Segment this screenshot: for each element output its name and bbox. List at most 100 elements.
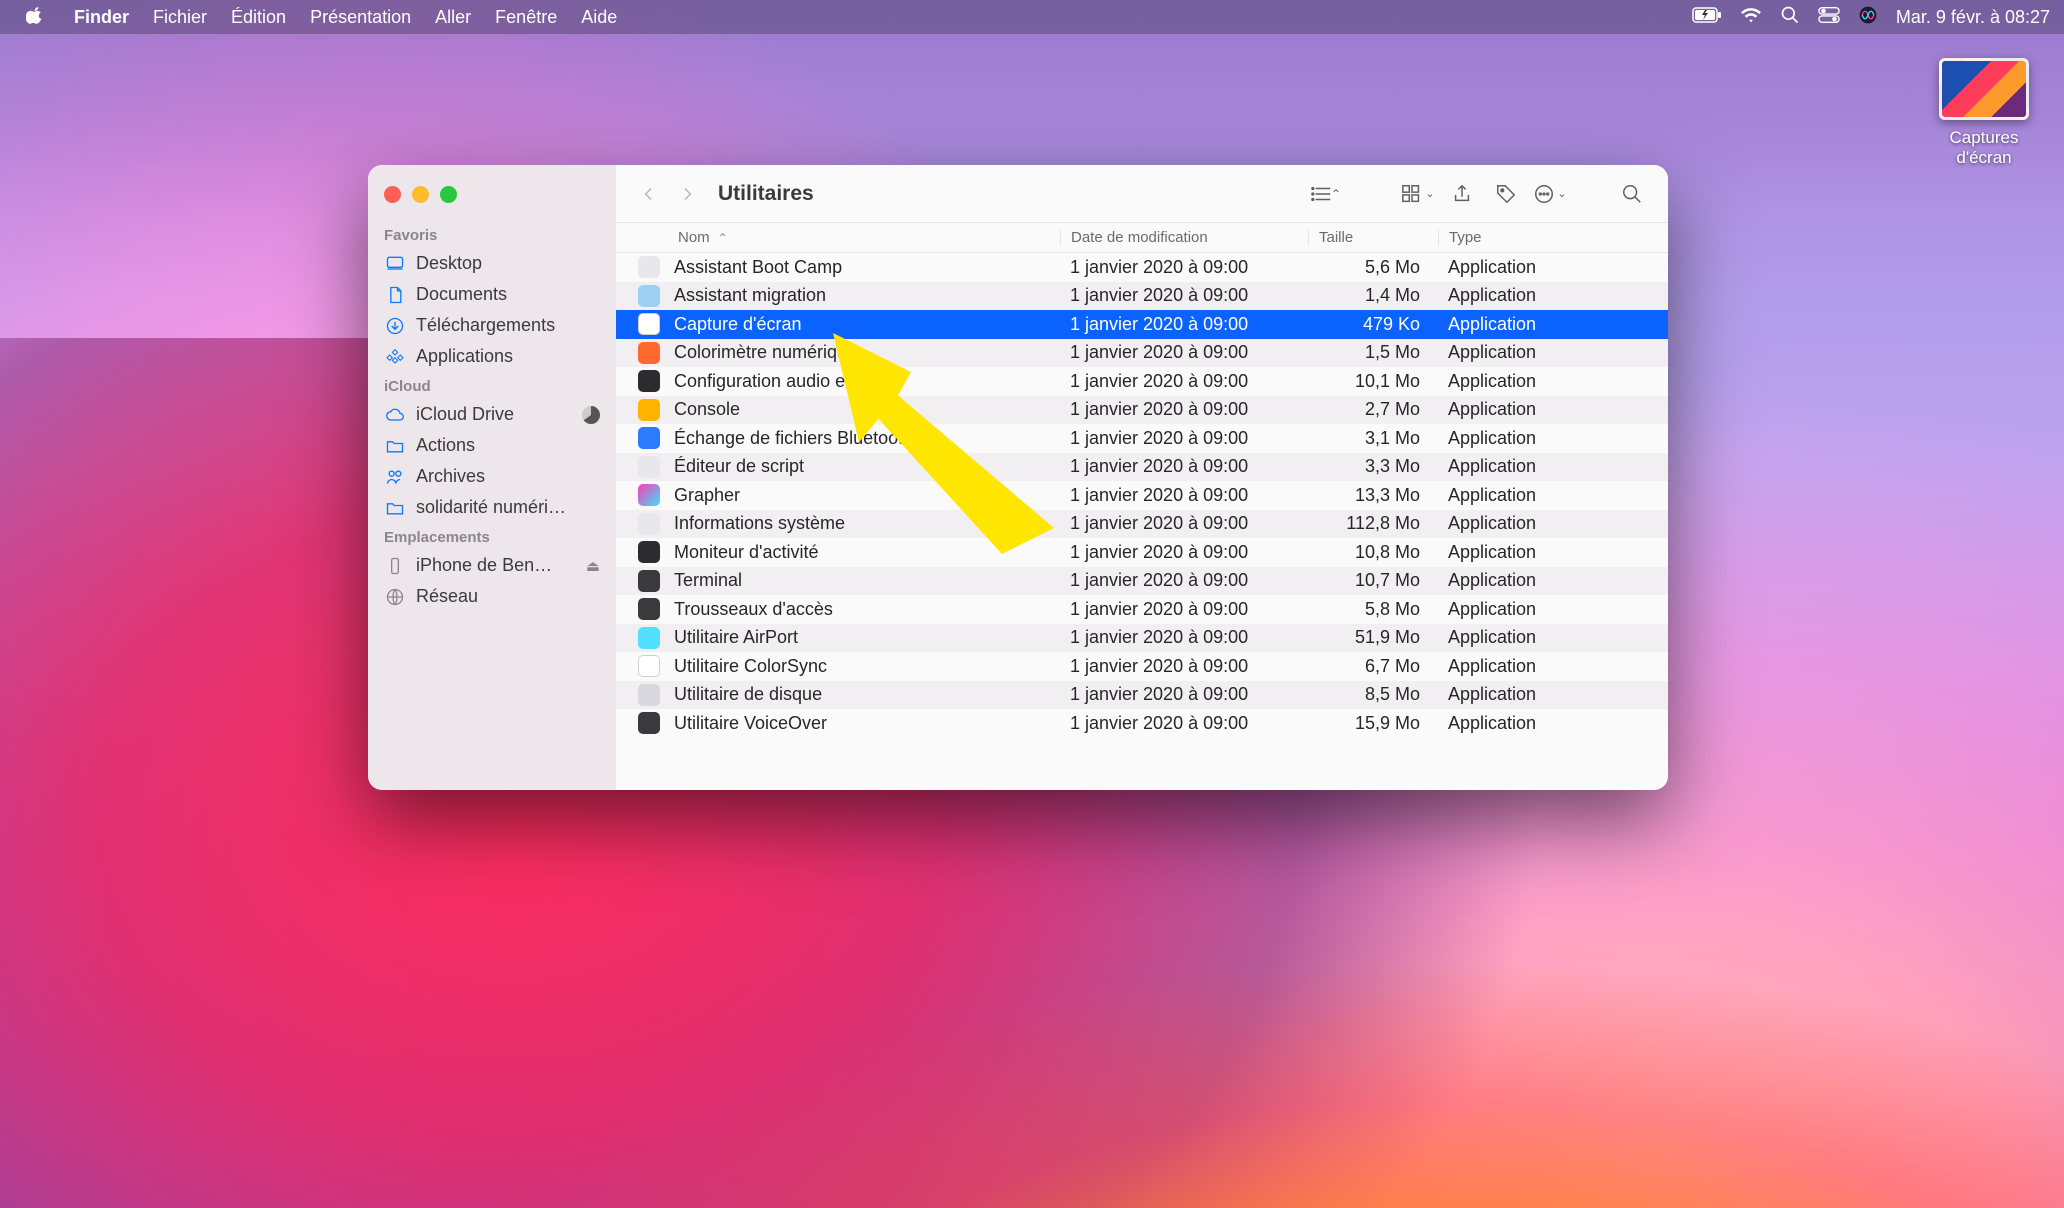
wifi-icon[interactable] [1740,6,1762,29]
file-row[interactable]: Terminal1 janvier 2020 à 09:0010,7 MoApp… [616,567,1668,596]
minimize-button[interactable] [412,186,429,203]
eject-icon[interactable]: ⏏ [586,557,600,575]
file-kind: Application [1438,713,1668,734]
file-name: Assistant Boot Camp [674,257,1060,278]
column-name[interactable]: Nom⌃ [678,229,1060,246]
apps-icon [384,347,406,367]
siri-icon[interactable] [1858,5,1878,30]
file-row[interactable]: Assistant migration1 janvier 2020 à 09:0… [616,282,1668,311]
menu-aide[interactable]: Aide [569,7,629,28]
file-kind: Application [1438,513,1668,534]
file-row[interactable]: Grapher1 janvier 2020 à 09:0013,3 MoAppl… [616,481,1668,510]
sidebar-item-label: Réseau [416,586,600,607]
file-kind: Application [1438,684,1668,705]
file-row[interactable]: Capture d'écran1 janvier 2020 à 09:00479… [616,310,1668,339]
file-size: 2,7 Mo [1308,399,1438,420]
file-name: Utilitaire ColorSync [674,656,1060,677]
group-button[interactable]: ⌄ [1400,179,1436,209]
file-row[interactable]: Utilitaire de disque1 janvier 2020 à 09:… [616,681,1668,710]
sidebar-item-favoris-1[interactable]: Documents [368,279,616,310]
sidebar-item-favoris-0[interactable]: Desktop [368,248,616,279]
file-row[interactable]: Configuration audio et MIDI1 janvier 202… [616,367,1668,396]
apple-menu[interactable] [14,6,62,29]
view-list-button[interactable]: ⌃ [1308,179,1344,209]
sidebar-item-label: solidarité numéri… [416,497,600,518]
menu-edition[interactable]: Édition [219,7,298,28]
app-icon [638,684,660,706]
sidebar-item-favoris-2[interactable]: Téléchargements [368,310,616,341]
doc-icon [384,285,406,305]
zoom-button[interactable] [440,186,457,203]
sidebar-item-icloud-0[interactable]: iCloud Drive [368,399,616,430]
close-button[interactable] [384,186,401,203]
file-date: 1 janvier 2020 à 09:00 [1060,485,1308,506]
file-size: 51,9 Mo [1308,627,1438,648]
menu-fichier[interactable]: Fichier [141,7,219,28]
finder-title: Utilitaires [718,182,814,206]
sidebar-item-icloud-1[interactable]: Actions [368,430,616,461]
app-icon [638,285,660,307]
sidebar-item-favoris-3[interactable]: Applications [368,341,616,372]
desktop-folder-captures[interactable]: Captures d'écran [1924,58,2044,168]
sidebar-item-label: Applications [416,346,600,367]
menu-presentation[interactable]: Présentation [298,7,423,28]
file-size: 10,7 Mo [1308,570,1438,591]
sidebar-item-icloud-2[interactable]: Archives [368,461,616,492]
menu-app-name[interactable]: Finder [62,7,141,28]
file-name: Configuration audio et MIDI [674,371,1060,392]
search-button[interactable] [1614,179,1650,209]
desktop-icon [384,254,406,274]
file-row[interactable]: Échange de fichiers Bluetooth1 janvier 2… [616,424,1668,453]
menubar-clock[interactable]: Mar. 9 févr. à 08:27 [1896,7,2050,28]
file-date: 1 janvier 2020 à 09:00 [1060,342,1308,363]
back-button[interactable] [634,179,664,209]
file-date: 1 janvier 2020 à 09:00 [1060,513,1308,534]
menu-aller[interactable]: Aller [423,7,483,28]
file-row[interactable]: Utilitaire VoiceOver1 janvier 2020 à 09:… [616,709,1668,738]
file-date: 1 janvier 2020 à 09:00 [1060,599,1308,620]
sidebar-item-emplacements-0[interactable]: iPhone de Ben…⏏ [368,550,616,581]
sidebar-item-emplacements-1[interactable]: Réseau [368,581,616,612]
sidebar-section-icloud: iCloud [368,372,616,399]
share-button[interactable] [1444,179,1480,209]
file-name: Capture d'écran [674,314,1060,335]
column-date[interactable]: Date de modification [1060,229,1308,246]
window-controls [368,175,616,221]
file-date: 1 janvier 2020 à 09:00 [1060,314,1308,335]
spotlight-icon[interactable] [1780,5,1800,30]
file-row[interactable]: Console1 janvier 2020 à 09:002,7 MoAppli… [616,396,1668,425]
file-date: 1 janvier 2020 à 09:00 [1060,428,1308,449]
file-date: 1 janvier 2020 à 09:00 [1060,570,1308,591]
tags-button[interactable] [1488,179,1524,209]
actions-button[interactable]: ⌄ [1532,179,1568,209]
file-date: 1 janvier 2020 à 09:00 [1060,456,1308,477]
file-date: 1 janvier 2020 à 09:00 [1060,542,1308,563]
app-icon [638,342,660,364]
menu-fenetre[interactable]: Fenêtre [483,7,569,28]
file-kind: Application [1438,599,1668,620]
app-icon [638,313,660,335]
file-row[interactable]: Assistant Boot Camp1 janvier 2020 à 09:0… [616,253,1668,282]
file-row[interactable]: Informations système1 janvier 2020 à 09:… [616,510,1668,539]
file-kind: Application [1438,485,1668,506]
app-icon [638,484,660,506]
file-size: 5,8 Mo [1308,599,1438,620]
sidebar-item-icloud-3[interactable]: solidarité numéri… [368,492,616,523]
file-row[interactable]: Trousseaux d'accès1 janvier 2020 à 09:00… [616,595,1668,624]
control-center-icon[interactable] [1818,6,1840,29]
finder-main: Utilitaires ⌃ ⌄ ⌄ Nom⌃ Date de modificat… [616,165,1668,790]
battery-icon[interactable] [1692,7,1722,28]
file-row[interactable]: Utilitaire AirPort1 janvier 2020 à 09:00… [616,624,1668,653]
file-date: 1 janvier 2020 à 09:00 [1060,371,1308,392]
file-row[interactable]: Colorimètre numérique1 janvier 2020 à 09… [616,339,1668,368]
column-kind[interactable]: Type [1438,229,1668,246]
file-row[interactable]: Moniteur d'activité1 janvier 2020 à 09:0… [616,538,1668,567]
forward-button[interactable] [672,179,702,209]
file-row[interactable]: Utilitaire ColorSync1 janvier 2020 à 09:… [616,652,1668,681]
app-icon [638,627,660,649]
file-row[interactable]: Éditeur de script1 janvier 2020 à 09:003… [616,453,1668,482]
column-size[interactable]: Taille [1308,229,1438,246]
file-kind: Application [1438,627,1668,648]
sidebar-section-favoris: Favoris [368,221,616,248]
phone-icon [384,556,406,576]
